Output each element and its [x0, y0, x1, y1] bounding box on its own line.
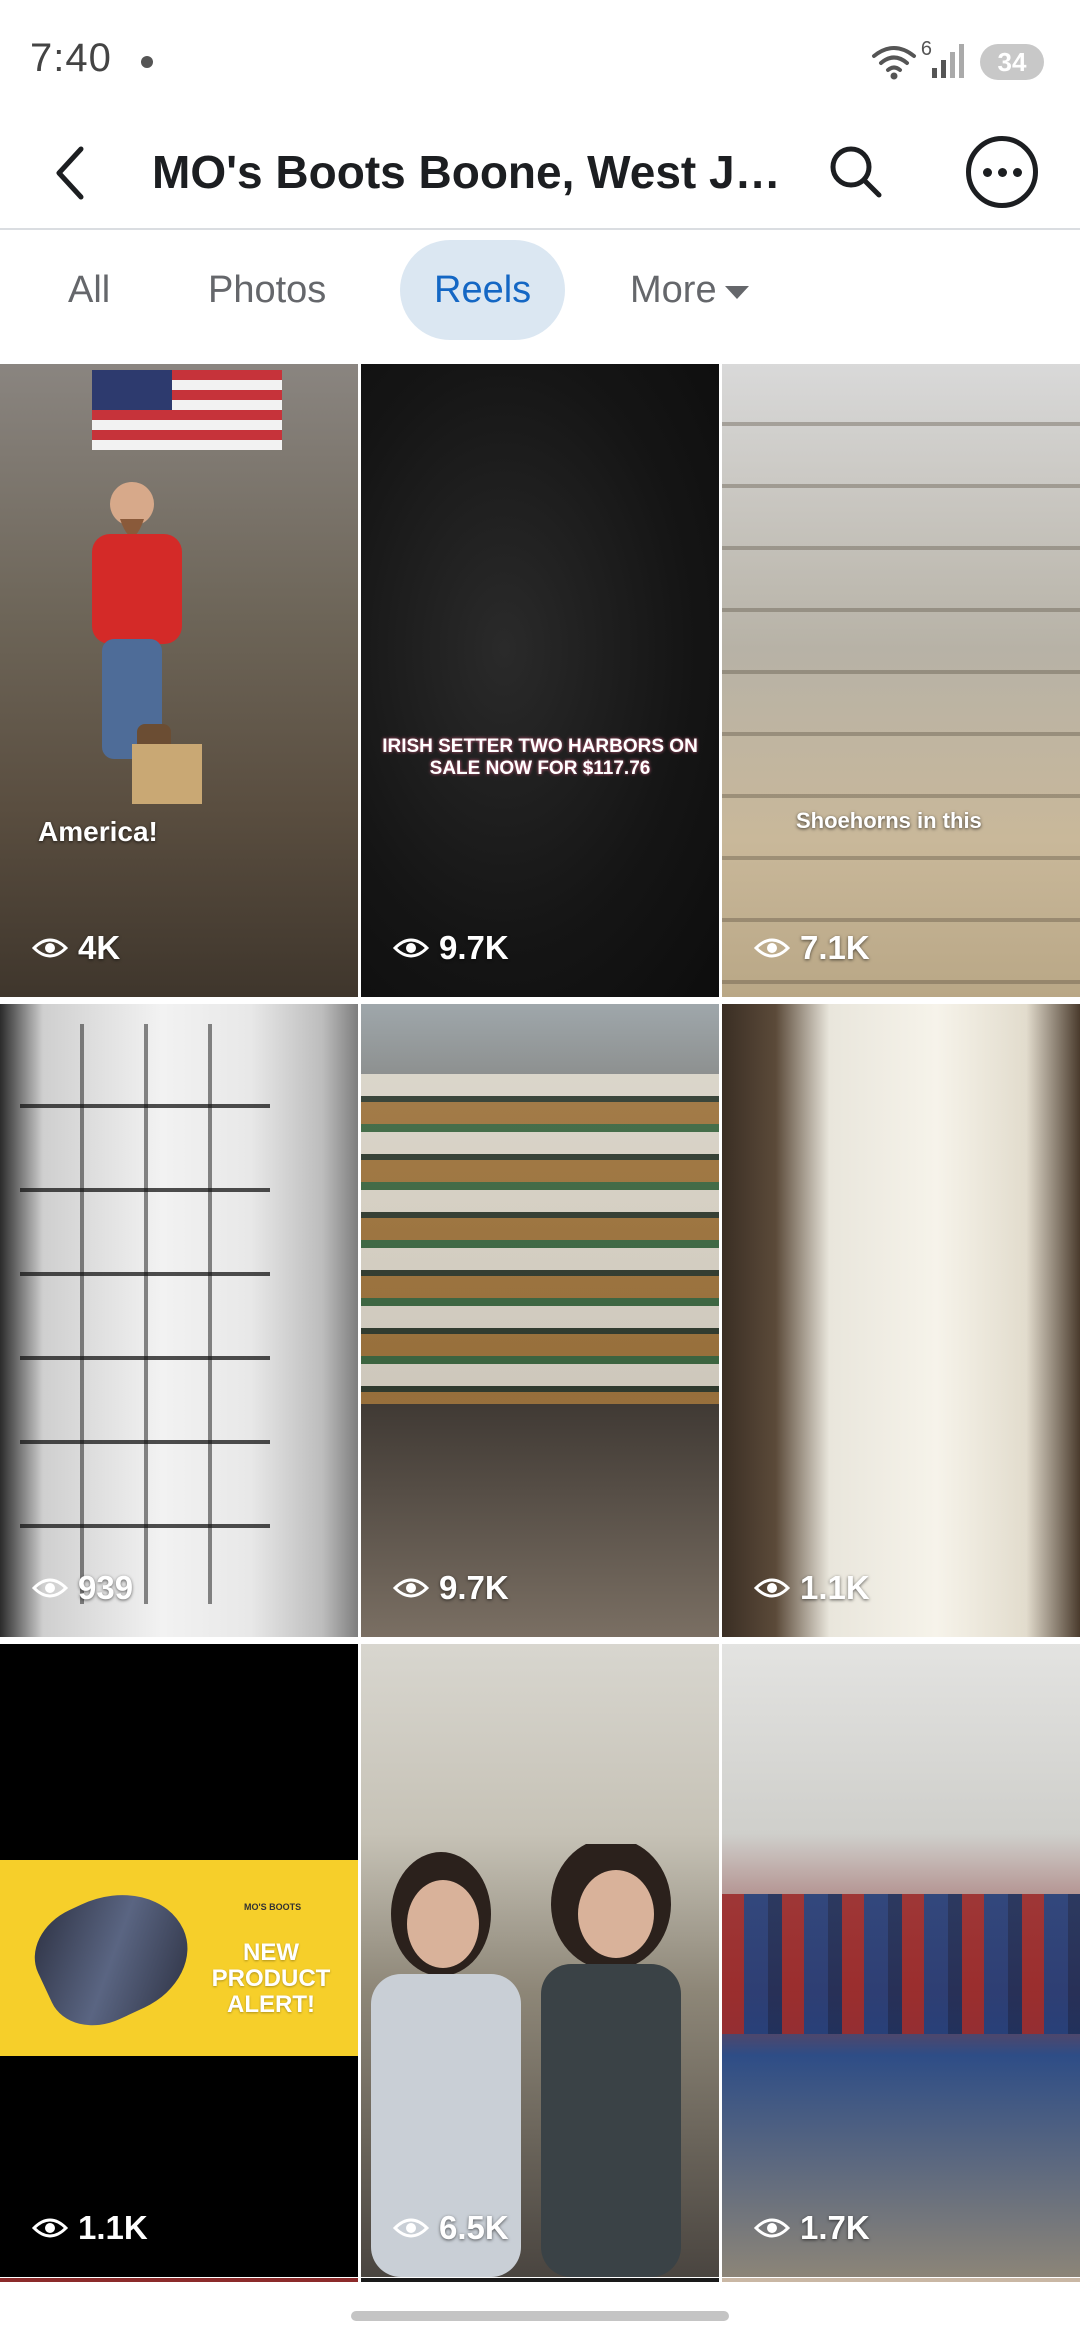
more-options-icon — [982, 167, 992, 177]
view-count: 9.7K — [393, 1569, 509, 1607]
reel-tile[interactable]: America! 4K — [0, 364, 358, 997]
view-count-value: 9.7K — [439, 1569, 509, 1606]
view-count-value: 7.1K — [800, 929, 870, 966]
view-count: 939 — [32, 1569, 133, 1607]
view-count-value: 6.5K — [439, 2209, 509, 2246]
reel-tile[interactable]: 6.5K — [361, 1644, 719, 2277]
status-bar: 7:40 6 34 — [0, 0, 1080, 120]
flag-image — [92, 370, 282, 450]
reel-tile[interactable]: Shoehorns in this 7.1K — [722, 364, 1080, 997]
brand-label: MO'S BOOTS — [244, 1902, 302, 1912]
reel-caption: America! — [38, 816, 158, 847]
status-icons: 6 34 — [870, 38, 1044, 84]
eye-icon — [754, 2218, 790, 2238]
reel-tile[interactable]: 1.1K — [722, 1004, 1080, 1637]
tab-more-label: More — [630, 269, 717, 311]
reel-caption: NEW PRODUCT ALERT! — [211, 1939, 331, 2018]
back-button[interactable] — [36, 138, 106, 208]
view-count: 1.1K — [32, 2209, 148, 2247]
reel-tile[interactable]: 1.7K — [722, 1644, 1080, 2277]
view-count: 9.7K — [393, 929, 509, 967]
eye-icon — [32, 2218, 68, 2238]
tab-more[interactable]: More — [596, 240, 783, 340]
header-divider — [0, 228, 1080, 230]
view-count-value: 9.7K — [439, 929, 509, 966]
view-count: 7.1K — [754, 929, 870, 967]
home-indicator[interactable] — [351, 2311, 729, 2321]
reel-caption: IRISH SETTER TWO HARBORS ON SALE NOW FOR… — [382, 736, 698, 779]
person-image — [92, 482, 202, 804]
eye-icon — [393, 1578, 429, 1598]
view-count-value: 939 — [78, 1569, 134, 1606]
reel-tile[interactable]: 939 — [0, 1004, 358, 1637]
view-count-value: 4K — [78, 929, 121, 966]
caret-down-icon — [724, 285, 749, 299]
wifi-icon: 6 — [870, 38, 932, 82]
more-options-dot — [1012, 167, 1022, 177]
reel-tile[interactable]: 9.7K — [361, 1004, 719, 1637]
eye-icon — [754, 1578, 790, 1598]
page-title: MO's Boots Boone, West Je... — [152, 146, 792, 198]
eye-icon — [754, 938, 790, 958]
status-time: 7:40 — [30, 36, 112, 80]
eye-icon — [32, 938, 68, 958]
filter-tabs: All Photos Reels More — [0, 240, 1080, 344]
reel-caption: Shoehorns in this — [796, 808, 982, 833]
reel-tile[interactable]: IRISH SETTER TWO HARBORS ON SALE NOW FOR… — [361, 364, 719, 997]
more-options-dot — [997, 167, 1007, 177]
view-count: 4K — [32, 929, 120, 967]
shelves-image — [722, 364, 1080, 997]
eye-icon — [32, 1578, 68, 1598]
search-icon — [830, 146, 882, 198]
eye-icon — [393, 938, 429, 958]
earrings-display-image — [20, 1024, 270, 1604]
tab-all[interactable]: All — [34, 240, 144, 340]
wifi-label: 6 — [920, 38, 932, 60]
view-count-value: 1.1K — [800, 1569, 870, 1606]
shoe-boxes-image — [361, 1074, 719, 1404]
view-count-value: 1.1K — [78, 2209, 148, 2246]
more-options-button[interactable] — [966, 136, 1038, 208]
battery-icon: 34 — [980, 44, 1044, 80]
view-count-value: 1.7K — [800, 2209, 870, 2246]
tab-photos[interactable]: Photos — [174, 240, 360, 340]
view-count: 1.7K — [754, 2209, 870, 2247]
boot-image — [19, 1869, 207, 2043]
reel-tile[interactable]: MO'S BOOTS NEW PRODUCT ALERT! 1.1K — [0, 1644, 358, 2277]
search-button[interactable] — [820, 136, 892, 208]
page-header: MO's Boots Boone, West Je... — [0, 120, 1080, 228]
eye-icon — [393, 2218, 429, 2238]
back-arrow-icon — [56, 146, 84, 200]
tab-reels[interactable]: Reels — [400, 240, 566, 340]
notification-dot-icon — [141, 56, 153, 68]
view-count: 6.5K — [393, 2209, 509, 2247]
view-count: 1.1K — [754, 1569, 870, 1607]
clothing-racks-image — [722, 1894, 1080, 2034]
promo-banner: MO'S BOOTS NEW PRODUCT ALERT! — [0, 1860, 358, 2056]
signal-icon — [932, 42, 966, 83]
